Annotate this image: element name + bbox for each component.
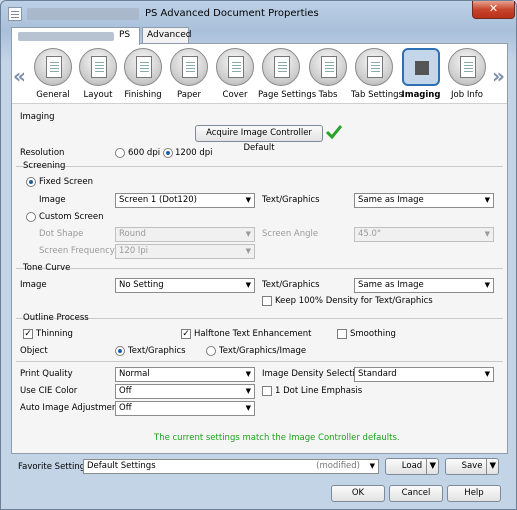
redacted-tab-prefix bbox=[18, 32, 114, 41]
tone-text-graphics-select[interactable]: Same as Image ▼ bbox=[354, 278, 494, 293]
radio-custom-screen[interactable] bbox=[26, 212, 36, 222]
ok-button[interactable]: OK bbox=[331, 485, 385, 502]
outline-divider bbox=[16, 318, 503, 319]
cover-icon bbox=[216, 48, 254, 86]
page-settings-icon bbox=[262, 48, 300, 86]
layout-icon bbox=[79, 48, 117, 86]
close-button[interactable]: ✕ bbox=[472, 1, 515, 19]
nav-tabs[interactable]: Tabs bbox=[305, 48, 351, 103]
radio-object-text-graphics-image[interactable] bbox=[206, 346, 216, 356]
imaging-content: Imaging Acquire Image Controller Default… bbox=[12, 105, 507, 453]
screening-group-label: Screening bbox=[23, 161, 66, 171]
finishing-icon bbox=[124, 48, 162, 86]
save-button[interactable]: Save ▼ bbox=[445, 458, 499, 475]
tab-advanced[interactable]: Advanced bbox=[142, 27, 191, 44]
nav-imaging[interactable]: Imaging bbox=[398, 48, 444, 103]
auto-adjust-select[interactable]: Off ▼ bbox=[115, 401, 255, 416]
category-icon-bar: « » General Layout Finishing Paper Cover… bbox=[12, 44, 507, 104]
imaging-icon bbox=[402, 48, 440, 86]
document-icon bbox=[8, 7, 22, 21]
misc-divider bbox=[16, 361, 503, 362]
status-message: The current settings match the Image Con… bbox=[154, 433, 400, 443]
job-info-icon bbox=[448, 48, 486, 86]
scroll-left-arrow[interactable]: « bbox=[13, 64, 26, 88]
title-bar: PS Advanced Document Properties ✕ bbox=[1, 1, 516, 27]
window-title: PS Advanced Document Properties bbox=[145, 8, 319, 19]
nav-paper[interactable]: Paper bbox=[166, 48, 212, 103]
outline-group-label: Outline Process bbox=[23, 313, 89, 323]
tone-curve-group-label: Tone Curve bbox=[23, 263, 71, 273]
nav-tab-settings[interactable]: Tab Settings bbox=[351, 48, 403, 103]
keep-density-checkbox[interactable] bbox=[262, 296, 272, 306]
image-density-select[interactable]: Standard ▼ bbox=[354, 367, 494, 382]
help-button[interactable]: Help bbox=[447, 485, 501, 502]
tone-image-select[interactable]: No Setting ▼ bbox=[115, 278, 255, 293]
nav-general[interactable]: General bbox=[30, 48, 76, 103]
nav-layout[interactable]: Layout bbox=[75, 48, 121, 103]
radio-fixed-screen[interactable] bbox=[26, 177, 36, 187]
cancel-button[interactable]: Cancel bbox=[389, 485, 443, 502]
imaging-group-label: Imaging bbox=[20, 112, 55, 122]
halftone-checkbox[interactable]: ✓ bbox=[181, 329, 191, 339]
tab-ps[interactable]: PS bbox=[11, 27, 140, 45]
tab-settings-icon bbox=[355, 48, 393, 86]
dialog-window: PS Advanced Document Properties ✕ PS Adv… bbox=[0, 0, 517, 510]
load-button[interactable]: Load ▼ bbox=[385, 458, 439, 475]
dot-shape-select: Round ▼ bbox=[115, 227, 255, 242]
screen-text-graphics-select[interactable]: Same as Image ▼ bbox=[354, 193, 494, 208]
dot-line-checkbox[interactable] bbox=[262, 386, 272, 396]
nav-cover[interactable]: Cover bbox=[212, 48, 258, 103]
radio-1200dpi[interactable] bbox=[163, 148, 173, 158]
acquire-default-button[interactable]: Acquire Image Controller Default bbox=[195, 125, 323, 153]
redacted-printer-name bbox=[27, 8, 139, 20]
paper-icon bbox=[170, 48, 208, 86]
print-quality-select[interactable]: Normal ▼ bbox=[115, 367, 255, 382]
screen-frequency-select: 120 lpi ▼ bbox=[115, 244, 255, 259]
nav-finishing[interactable]: Finishing bbox=[120, 48, 166, 103]
favorite-setting-select[interactable]: Default Settings (modified) ▼ bbox=[83, 459, 379, 474]
screening-divider bbox=[16, 166, 503, 167]
tone-curve-divider bbox=[16, 268, 503, 269]
general-icon bbox=[34, 48, 72, 86]
radio-object-text-graphics[interactable] bbox=[115, 346, 125, 356]
nav-page-settings[interactable]: Page Settings bbox=[258, 48, 316, 103]
green-check-icon bbox=[325, 125, 343, 140]
tabs-icon bbox=[309, 48, 347, 86]
main-panel: « » General Layout Finishing Paper Cover… bbox=[11, 43, 508, 454]
nav-job-info[interactable]: Job Info bbox=[444, 48, 490, 103]
screen-angle-select: 45.0° ▼ bbox=[354, 227, 494, 242]
dialog-footer: Favorite Setting Default Settings (modifi… bbox=[11, 455, 508, 509]
thinning-checkbox[interactable]: ✓ bbox=[23, 329, 33, 339]
screen-image-select[interactable]: Screen 1 (Dot120) ▼ bbox=[115, 193, 255, 208]
cie-color-select[interactable]: Off ▼ bbox=[115, 384, 255, 399]
scroll-right-arrow[interactable]: » bbox=[492, 64, 505, 88]
radio-600dpi[interactable] bbox=[115, 148, 125, 158]
smoothing-checkbox[interactable] bbox=[337, 329, 347, 339]
resolution-label: Resolution bbox=[20, 148, 65, 158]
